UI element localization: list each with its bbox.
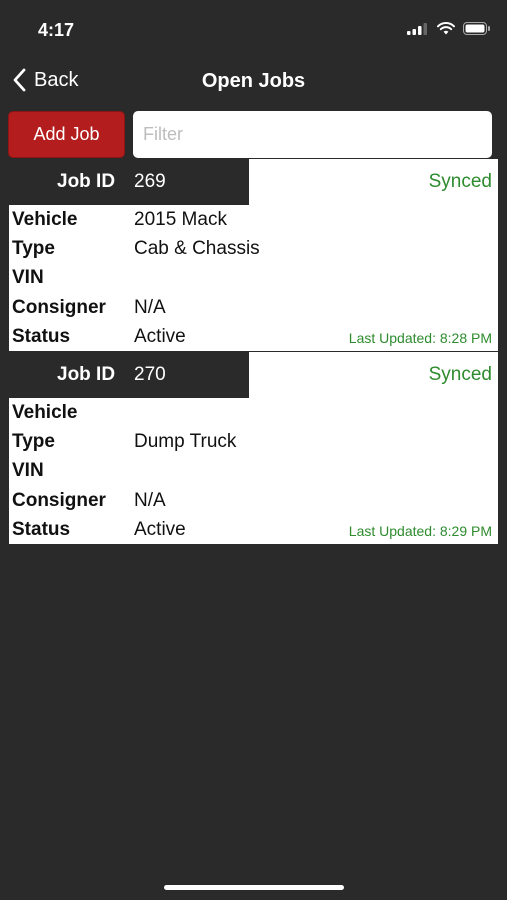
nav-bar: Back Open Jobs bbox=[0, 56, 507, 106]
filter-input[interactable] bbox=[133, 111, 492, 158]
field-label: Type bbox=[12, 238, 55, 259]
home-indicator[interactable] bbox=[164, 885, 344, 890]
field-value: 2015 Mack bbox=[134, 209, 227, 230]
job-row-status: Status Active Last Updated: 8:28 PM bbox=[9, 322, 498, 351]
field-label: VIN bbox=[12, 460, 44, 481]
field-value: Active bbox=[134, 326, 186, 347]
job-row-vin: VIN bbox=[9, 263, 498, 292]
field-label: Status bbox=[12, 519, 71, 540]
job-body: Vehicle Type Dump Truck VIN Consigner N/… bbox=[9, 398, 498, 544]
field-label: Type bbox=[12, 431, 55, 452]
job-row-consigner: Consigner N/A bbox=[9, 486, 498, 515]
field-label: Status bbox=[12, 326, 71, 347]
job-row-type: Type Dump Truck bbox=[9, 427, 498, 456]
job-row-vehicle: Vehicle bbox=[9, 398, 498, 427]
job-row-consigner: Consigner N/A bbox=[9, 293, 498, 322]
status-icons bbox=[407, 22, 491, 35]
job-row-status: Status Active Last Updated: 8:29 PM bbox=[9, 515, 498, 544]
cellular-signal-icon bbox=[407, 22, 427, 35]
job-id-label: Job ID bbox=[57, 364, 116, 385]
field-label: Vehicle bbox=[12, 402, 78, 423]
job-id-tab: Job ID 269 bbox=[9, 159, 249, 205]
field-label: Consigner bbox=[12, 490, 106, 511]
job-id-label: Job ID bbox=[57, 171, 116, 192]
field-label: VIN bbox=[12, 267, 44, 288]
job-id-value: 270 bbox=[134, 364, 166, 385]
job-header: Job ID 269 Synced bbox=[9, 159, 498, 205]
field-value: Active bbox=[134, 519, 186, 540]
field-value: N/A bbox=[134, 297, 166, 318]
job-body: Vehicle 2015 Mack Type Cab & Chassis VIN… bbox=[9, 205, 498, 351]
page-title: Open Jobs bbox=[201, 70, 306, 92]
job-card[interactable]: Job ID 269 Synced Vehicle 2015 Mack Type… bbox=[9, 159, 498, 351]
job-header-right: Synced bbox=[249, 352, 498, 398]
job-id-tab: Job ID 270 bbox=[9, 352, 249, 398]
sync-status: Synced bbox=[428, 364, 492, 385]
job-id-value: 269 bbox=[134, 171, 166, 192]
job-header-right: Synced bbox=[249, 159, 498, 205]
field-label: Vehicle bbox=[12, 209, 78, 230]
last-updated: Last Updated: 8:29 PM bbox=[348, 523, 492, 539]
job-row-type: Type Cab & Chassis bbox=[9, 234, 498, 263]
field-value: Dump Truck bbox=[134, 431, 237, 452]
status-time: 4:17 bbox=[38, 20, 75, 40]
field-label: Consigner bbox=[12, 297, 106, 318]
field-value: N/A bbox=[134, 490, 166, 511]
status-bar: 4:17 bbox=[0, 0, 507, 56]
job-header: Job ID 270 Synced bbox=[9, 352, 498, 398]
job-card[interactable]: Job ID 270 Synced Vehicle Type Dump Truc… bbox=[9, 352, 498, 544]
battery-icon bbox=[463, 22, 490, 35]
job-row-vehicle: Vehicle 2015 Mack bbox=[9, 205, 498, 234]
last-updated: Last Updated: 8:28 PM bbox=[348, 330, 492, 346]
job-row-vin: VIN bbox=[9, 456, 498, 485]
sync-status: Synced bbox=[428, 171, 492, 192]
add-job-button[interactable]: Add Job bbox=[8, 111, 125, 158]
field-value: Cab & Chassis bbox=[134, 238, 260, 259]
wifi-icon bbox=[437, 22, 455, 35]
